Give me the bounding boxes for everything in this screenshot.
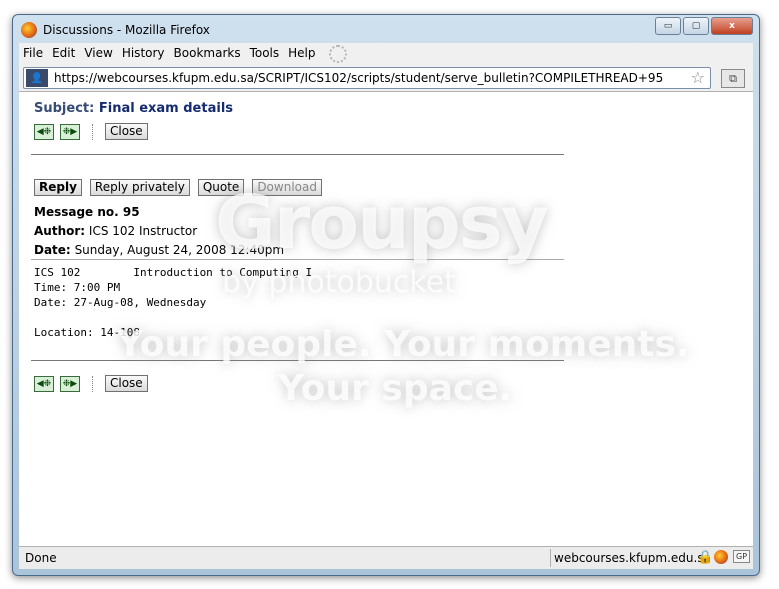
firefox-icon [21, 22, 37, 38]
subject-heading: Subject: Final exam details [34, 101, 233, 116]
feed-icon[interactable]: ⧉ [721, 69, 745, 88]
author-label: Author: [34, 224, 86, 238]
firefox-status-icon[interactable] [714, 550, 728, 564]
menu-help[interactable]: Help [288, 46, 315, 63]
download-button[interactable]: Download [252, 179, 322, 196]
status-site: webcourses.kfupm.edu.sa [554, 551, 711, 565]
quote-button[interactable]: Quote [197, 179, 245, 196]
message-number: Message no. 95 [34, 205, 140, 219]
status-divider [550, 549, 551, 567]
menu-tools[interactable]: Tools [250, 46, 280, 63]
next-thread-icon[interactable]: ❉▶ [60, 123, 80, 140]
url-text[interactable]: https://webcourses.kfupm.edu.sa/SCRIPT/I… [54, 71, 663, 85]
close-button-top[interactable]: Close [105, 123, 148, 140]
maximize-button[interactable]: ▢ [683, 17, 709, 35]
menu-bar: File Edit View History Bookmarks Tools H… [23, 45, 347, 63]
bottom-nav-row: ◀❉ ❉▶ Close [34, 375, 156, 392]
window-title: Discussions - Mozilla Firefox [43, 23, 210, 37]
previous-thread-icon-bottom[interactable]: ◀❉ [34, 375, 54, 392]
top-nav-row: ◀❉ ❉▶ Close [34, 123, 156, 140]
date-label: Date: [34, 243, 71, 257]
window-controls: ▭ ▢ x [653, 17, 753, 35]
reply-privately-button[interactable]: Reply privately [89, 179, 190, 196]
menu-view[interactable]: View [84, 46, 112, 63]
subject-label: Subject: [34, 101, 95, 116]
divider-top [31, 154, 564, 155]
browser-window: Discussions - Mozilla Firefox ▭ ▢ x File… [12, 14, 760, 576]
divider-bottom [31, 360, 564, 361]
author-line: Author: ICS 102 Instructor [34, 224, 197, 238]
divider-header [31, 259, 564, 260]
gp-badge-icon[interactable]: GP [733, 550, 751, 563]
subject-value: Final exam details [98, 101, 234, 116]
action-row: Reply Reply privately Quote Download [34, 179, 330, 196]
status-bar: Done webcourses.kfupm.edu.sa 🔒 GP [19, 546, 753, 569]
menu-history[interactable]: History [122, 46, 165, 63]
next-thread-icon-bottom[interactable]: ❉▶ [60, 375, 80, 392]
date-value: Sunday, August 24, 2008 12:40pm [74, 243, 285, 257]
close-window-button[interactable]: x [711, 17, 753, 35]
bookmark-star-icon[interactable]: ☆ [691, 68, 705, 87]
site-identity-icon[interactable]: 👤 [26, 69, 48, 87]
separator-bottom [92, 375, 95, 392]
date-line: Date: Sunday, August 24, 2008 12:40pm [34, 243, 284, 257]
previous-thread-icon[interactable]: ◀❉ [34, 123, 54, 140]
separator [92, 123, 95, 140]
browser-chrome: File Edit View History Bookmarks Tools H… [19, 43, 753, 92]
title-bar: Discussions - Mozilla Firefox ▭ ▢ x [13, 15, 759, 45]
address-bar[interactable]: 👤 https://webcourses.kfupm.edu.sa/SCRIPT… [23, 67, 711, 89]
loading-throbber-icon [328, 45, 347, 63]
status-text: Done [25, 551, 57, 565]
menu-edit[interactable]: Edit [52, 46, 75, 63]
close-button-bottom[interactable]: Close [105, 375, 148, 392]
message-body: ICS 102 Introduction to Computing I Time… [34, 266, 313, 339]
menu-bookmarks[interactable]: Bookmarks [174, 46, 241, 63]
lock-icon[interactable]: 🔒 [697, 550, 713, 565]
author-value: ICS 102 Instructor [88, 224, 198, 238]
reply-button[interactable]: Reply [34, 179, 82, 196]
page-content: Subject: Final exam details ◀❉ ❉▶ Close … [19, 92, 753, 546]
menu-file[interactable]: File [23, 46, 43, 63]
minimize-button[interactable]: ▭ [655, 17, 681, 35]
